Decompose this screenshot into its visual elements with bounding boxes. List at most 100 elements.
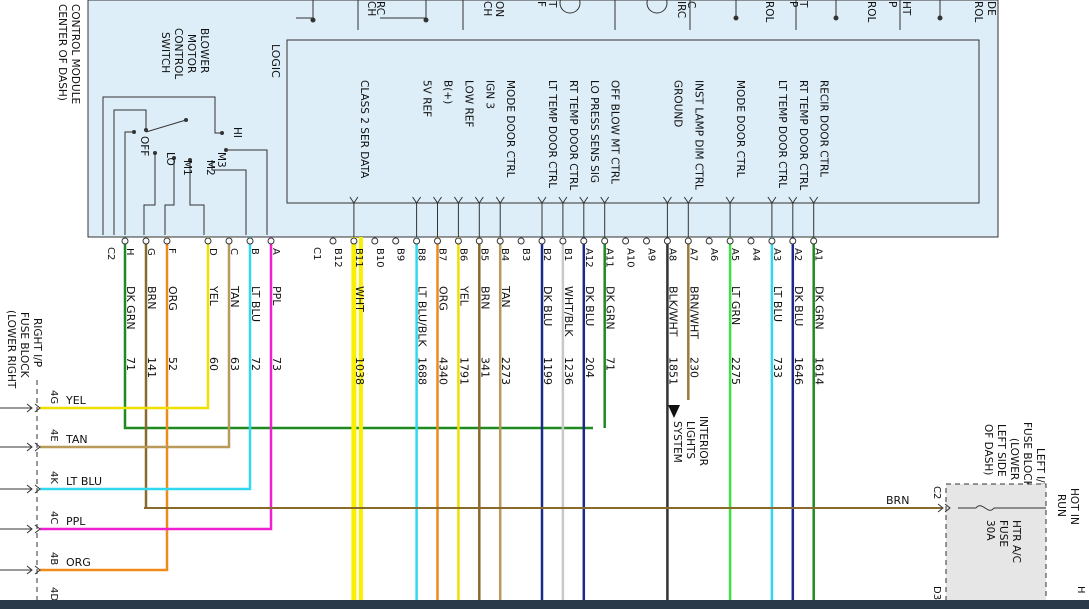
left-fuse-d3: D3 — [931, 586, 942, 600]
pin-socket — [747, 237, 755, 245]
wire-color-label: PPL — [270, 286, 283, 306]
wire-circuit-label: 1038 — [353, 357, 366, 385]
wire-color-label: WHT/BLK — [562, 286, 575, 337]
interior-lights-1: INTERIOR — [697, 416, 709, 466]
top-label: HT — [900, 1, 912, 16]
pin-label: C — [228, 248, 239, 255]
top-label: F — [535, 1, 547, 7]
top-label: ROL — [972, 1, 984, 23]
wire-color-label: ORG — [437, 286, 450, 311]
pin-socket — [142, 237, 150, 245]
pin-label: A5 — [729, 248, 740, 261]
wire-circuit-label: 71 — [604, 357, 617, 371]
pin-socket — [663, 237, 671, 245]
wire-C — [40, 237, 231, 449]
wire-circuit-label: 63 — [228, 357, 241, 371]
wire-color-label: DK GRN — [813, 286, 826, 330]
wire-color-label: DK GRN — [124, 286, 137, 330]
wire-circuit-label: 204 — [583, 357, 596, 378]
wire-color-label: BRN — [478, 286, 491, 309]
pin-label: B5 — [478, 248, 489, 261]
wire-color-label: ORG — [166, 286, 179, 311]
left-fuse-title-2: FUSE BLOCK — [1021, 422, 1033, 489]
wire-circuit-label: 733 — [771, 357, 784, 378]
wire-color-label: BRN/WHT — [687, 286, 700, 339]
pin-label: A11 — [604, 248, 615, 268]
pin-label: B — [249, 248, 260, 255]
right-fuse-title-1: RIGHT I/P — [31, 318, 43, 367]
wire-color-label: BLK/WHT — [666, 286, 679, 337]
pin-label: B6 — [457, 248, 468, 261]
wire-circuit-label: 1199 — [541, 357, 554, 385]
left-fuse-block: LEFT I/P FUSE BLOCK (LOWER LEFT SIDE OF … — [931, 422, 1086, 609]
wire-color-label: TAN — [499, 285, 512, 308]
pin-label: A6 — [708, 248, 719, 261]
pin-label: B8 — [416, 248, 427, 261]
right-fuse-title-3: (LOWER RIGHT — [5, 310, 17, 389]
pin-socket — [496, 237, 504, 245]
fuse-wire-label: TAN — [65, 433, 88, 446]
function-label: IGN 3 — [483, 80, 495, 109]
top-label: P — [787, 1, 799, 7]
pin-label: B11 — [353, 248, 364, 268]
fuse-wire-label: LT BLU — [66, 475, 102, 488]
function-label: RECIR DOOR CTRL — [818, 80, 830, 177]
left-fuse-box — [945, 483, 1047, 609]
switch-off: OFF — [138, 136, 150, 156]
pin-socket — [705, 237, 713, 245]
top-label: IRC — [675, 1, 687, 18]
wire-color-label: DK BLU — [541, 286, 554, 326]
wire-circuit-label: 73 — [270, 357, 283, 371]
wire-color-label: DK BLU — [792, 286, 805, 326]
hot-label-1: HOT IN — [1068, 488, 1080, 525]
pin-label: B7 — [437, 248, 448, 261]
pin-label: B9 — [395, 248, 406, 261]
wire-circuit-label: 1791 — [457, 357, 470, 385]
top-label: P — [886, 1, 898, 7]
left-fuse-title-3: (LOWER — [1008, 438, 1020, 480]
pin-socket — [246, 237, 254, 245]
wire-circuit-label: 1851 — [666, 357, 679, 385]
pin-socket — [601, 237, 609, 245]
pin-socket — [559, 237, 567, 245]
pin-label: G — [145, 248, 156, 256]
wire-circuit-label: 341 — [478, 357, 491, 378]
function-label: LT TEMP DOOR CTRL — [776, 80, 788, 188]
pin-socket — [538, 237, 546, 245]
wire-circuit-label: 1236 — [562, 357, 575, 385]
pin-label: A9 — [646, 248, 657, 261]
top-label: ON — [493, 1, 505, 17]
wire-circuit-label: 2275 — [729, 357, 742, 385]
fuse-pin-label: 4G — [48, 390, 59, 404]
pin-label: B12 — [332, 248, 343, 268]
wire-color-label: LT BLU — [771, 286, 784, 322]
function-label: MODE DOOR CTRL — [504, 80, 516, 178]
pin-socket — [204, 237, 212, 245]
fuse-label-1: HTR A/C — [1010, 520, 1022, 563]
pin-socket — [454, 237, 462, 245]
pin-socket — [121, 237, 129, 245]
function-label: INST LAMP DIM CTRL — [692, 80, 704, 190]
pin-socket — [643, 237, 650, 245]
wire-color-label: YEL — [457, 285, 470, 307]
switch-lo: LO — [164, 152, 176, 166]
pin-socket — [768, 237, 776, 245]
pin-label: D — [207, 248, 218, 256]
switch-m1: M1 — [181, 160, 193, 176]
wire-circuit-label: 1646 — [792, 357, 805, 385]
interior-lights-3: SYSTEM — [671, 421, 683, 463]
right-fuse-block: RIGHT I/P FUSE BLOCK (LOWER RIGHT 4G YEL 4… — [0, 310, 102, 609]
wire-circuit-label: 72 — [249, 357, 262, 371]
left-fuse-title-1: LEFT I/P — [1034, 448, 1046, 489]
switch-m3: M3 — [215, 152, 227, 168]
right-fuse-title-2: FUSE BLOCK — [18, 312, 30, 379]
pin-socket — [225, 237, 233, 245]
top-label: ROL — [865, 1, 877, 23]
switch-hi: HI — [231, 127, 243, 138]
wire-color-label: DK GRN — [604, 286, 617, 330]
pin-socket — [413, 237, 421, 245]
wire-color-label: LT BLU — [249, 286, 262, 322]
wire-circuit-label: 230 — [687, 357, 700, 378]
wire-color-label: LT GRN — [729, 286, 742, 325]
pin-socket — [392, 237, 400, 245]
